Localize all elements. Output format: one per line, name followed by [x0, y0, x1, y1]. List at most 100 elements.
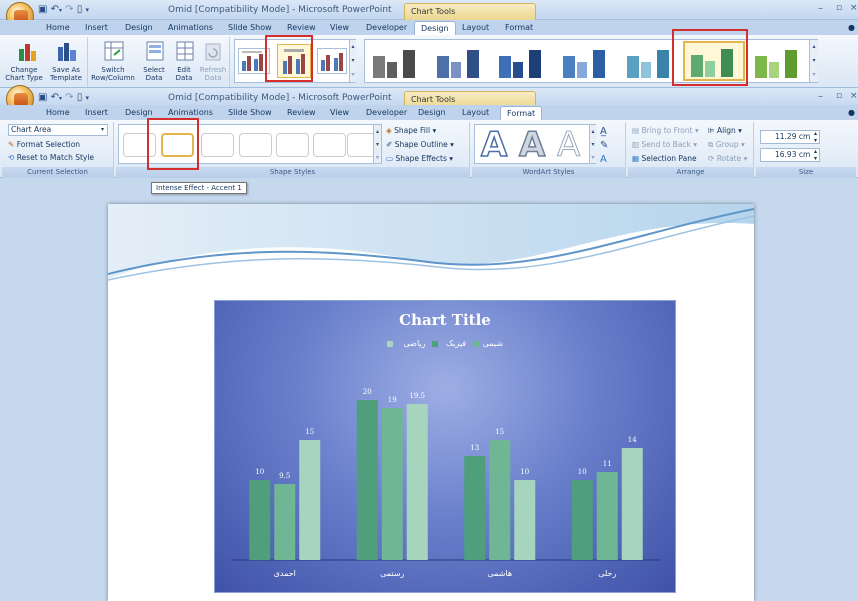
tab-developer[interactable]: Developer	[366, 20, 407, 35]
change-chart-type-label[interactable]: Change Chart Type	[4, 66, 44, 82]
chart-element-dropdown[interactable]: Chart Area ▾	[8, 124, 108, 136]
edit-data-label[interactable]: Edit Data	[169, 66, 199, 82]
edit-data-icon[interactable]	[176, 41, 194, 61]
tab-insert-2[interactable]: Insert	[85, 105, 108, 120]
tab-slide-show-2[interactable]: Slide Show	[228, 105, 272, 120]
chart-bar[interactable]	[514, 480, 536, 560]
customize-qat-icon-2[interactable]: ▾	[86, 94, 90, 102]
chart-bar[interactable]	[406, 404, 428, 560]
tab-home-2[interactable]: Home	[46, 105, 70, 120]
chart-bar[interactable]	[356, 400, 378, 560]
new-icon[interactable]: ▯	[77, 4, 83, 15]
text-outline-icon[interactable]: ✎	[600, 140, 608, 151]
tab-view[interactable]: View	[330, 20, 349, 35]
chart-bar[interactable]	[621, 448, 643, 560]
switch-row-column-icon[interactable]	[104, 41, 124, 61]
select-data-icon[interactable]	[146, 41, 164, 61]
chart-bar[interactable]	[381, 408, 403, 560]
chart-bar[interactable]	[596, 472, 618, 560]
close-icon-2[interactable]: ×	[850, 91, 858, 101]
wordart-scroll[interactable]: ▴ ▾ ▿	[589, 125, 596, 163]
change-chart-type-icon[interactable]	[18, 41, 38, 61]
restore-icon-2[interactable]: ▫	[836, 91, 842, 101]
help-icon[interactable]: ●	[848, 20, 855, 35]
chart-style-lime[interactable]	[751, 46, 805, 78]
format-selection-button[interactable]: ✎ Format Selection	[8, 140, 80, 149]
new-icon-2[interactable]: ▯	[77, 92, 83, 103]
chart-bar[interactable]	[274, 484, 296, 560]
save-as-template-icon[interactable]	[56, 41, 78, 61]
tab-slide-show[interactable]: Slide Show	[228, 20, 272, 35]
restore-icon[interactable]: ▫	[836, 3, 842, 13]
chart-bar[interactable]	[489, 440, 511, 560]
text-effects-icon[interactable]: A	[600, 154, 607, 165]
layout-thumb-3[interactable]	[317, 48, 347, 74]
tab-insert[interactable]: Insert	[85, 20, 108, 35]
shape-style-4[interactable]: Abc	[239, 133, 272, 157]
tab-chart-format[interactable]: Format	[505, 20, 533, 35]
tab-chart-layout-2[interactable]: Layout	[462, 105, 489, 120]
bring-to-front-icon: ▤	[632, 126, 640, 135]
shape-effects-icon: ▭	[386, 154, 394, 163]
undo-icon[interactable]: ↶	[51, 4, 59, 15]
chart-style-blue-3[interactable]	[559, 46, 613, 78]
chart-bar[interactable]	[249, 480, 271, 560]
switch-row-column-label[interactable]: Switch Row/Column	[90, 66, 136, 82]
group-button[interactable]: ⧉ Group ▾	[708, 140, 745, 150]
chart-bar[interactable]	[464, 456, 486, 560]
shape-effects-button[interactable]: ▭ Shape Effects ▾	[386, 154, 453, 163]
height-field[interactable]: 11.29 cm ▴ ▾	[760, 130, 820, 144]
width-field[interactable]: 16.93 cm ▴ ▾	[760, 148, 820, 162]
help-icon-2[interactable]: ●	[848, 105, 855, 120]
wordart-style-1[interactable]: A	[480, 127, 508, 163]
save-as-template-label[interactable]: Save As Template	[46, 66, 86, 82]
shape-style-3[interactable]: Abc	[201, 133, 234, 157]
reset-to-match-style-button[interactable]: ⟲ Reset to Match Style	[8, 153, 94, 162]
tab-review[interactable]: Review	[287, 20, 316, 35]
height-spinner-icon[interactable]: ▴ ▾	[814, 130, 817, 144]
chart-style-gray[interactable]	[369, 46, 423, 78]
chart-style-blue-1[interactable]	[433, 46, 487, 78]
send-to-back-button[interactable]: ▥ Send to Back ▾	[632, 140, 697, 149]
tab-view-2[interactable]: View	[330, 105, 349, 120]
customize-qat-icon[interactable]: ▾	[86, 6, 90, 14]
tab-home[interactable]: Home	[46, 20, 70, 35]
shape-fill-button[interactable]: ◈ Shape Fill ▾	[386, 126, 436, 135]
tab-review-2[interactable]: Review	[287, 105, 316, 120]
redo-icon[interactable]: ↷	[65, 4, 73, 15]
select-data-label[interactable]: Select Data	[137, 66, 171, 82]
tab-developer-2[interactable]: Developer	[366, 105, 407, 120]
minimize-icon-2[interactable]: –	[818, 91, 823, 102]
bring-to-front-button[interactable]: ▤ Bring to Front ▾	[632, 126, 699, 135]
save-icon-2[interactable]: ▣	[38, 92, 47, 103]
chart-bar[interactable]	[571, 480, 593, 560]
layouts-scroll[interactable]: ▴ ▾ ▿	[349, 40, 356, 82]
tab-chart-design[interactable]: Design	[414, 21, 456, 36]
rotate-button[interactable]: ⟳ Rotate ▾	[708, 154, 747, 163]
text-fill-icon[interactable]: A̲	[600, 126, 607, 137]
shape-styles-scroll[interactable]: ▴ ▾ ▿	[373, 125, 381, 163]
tab-chart-format-2[interactable]: Format	[500, 106, 543, 121]
tab-design[interactable]: Design	[125, 20, 153, 35]
chart-style-teal[interactable]	[623, 46, 677, 78]
redo-icon-2[interactable]: ↷	[65, 92, 73, 103]
tab-animations[interactable]: Animations	[168, 20, 213, 35]
chart-area[interactable]: Chart Title شیمی فیزیک ریاضی 10 9.5 15 احمد…	[214, 300, 676, 593]
width-spinner-icon[interactable]: ▴ ▾	[814, 148, 817, 162]
shape-style-6[interactable]: Abc	[313, 133, 346, 157]
align-button[interactable]: ⊫ Align ▾	[708, 126, 742, 135]
wordart-style-2[interactable]: A	[518, 127, 546, 163]
save-icon[interactable]: ▣	[38, 4, 47, 15]
minimize-icon[interactable]: –	[818, 3, 823, 14]
tab-chart-layout[interactable]: Layout	[462, 20, 489, 35]
undo-icon-2[interactable]: ↶	[51, 92, 59, 103]
selection-pane-button[interactable]: ▦ Selection Pane	[632, 154, 697, 163]
tab-chart-design-2[interactable]: Design	[418, 105, 446, 120]
shape-style-5[interactable]: Abc	[276, 133, 309, 157]
chart-style-blue-2[interactable]	[495, 46, 549, 78]
shape-outline-button[interactable]: ✐ Shape Outline ▾	[386, 140, 454, 149]
wordart-style-3[interactable]: A	[556, 128, 580, 163]
styles-scroll[interactable]: ▴ ▾ ▿	[809, 40, 818, 82]
chart-bar[interactable]	[299, 440, 321, 560]
close-icon[interactable]: ×	[850, 3, 858, 13]
